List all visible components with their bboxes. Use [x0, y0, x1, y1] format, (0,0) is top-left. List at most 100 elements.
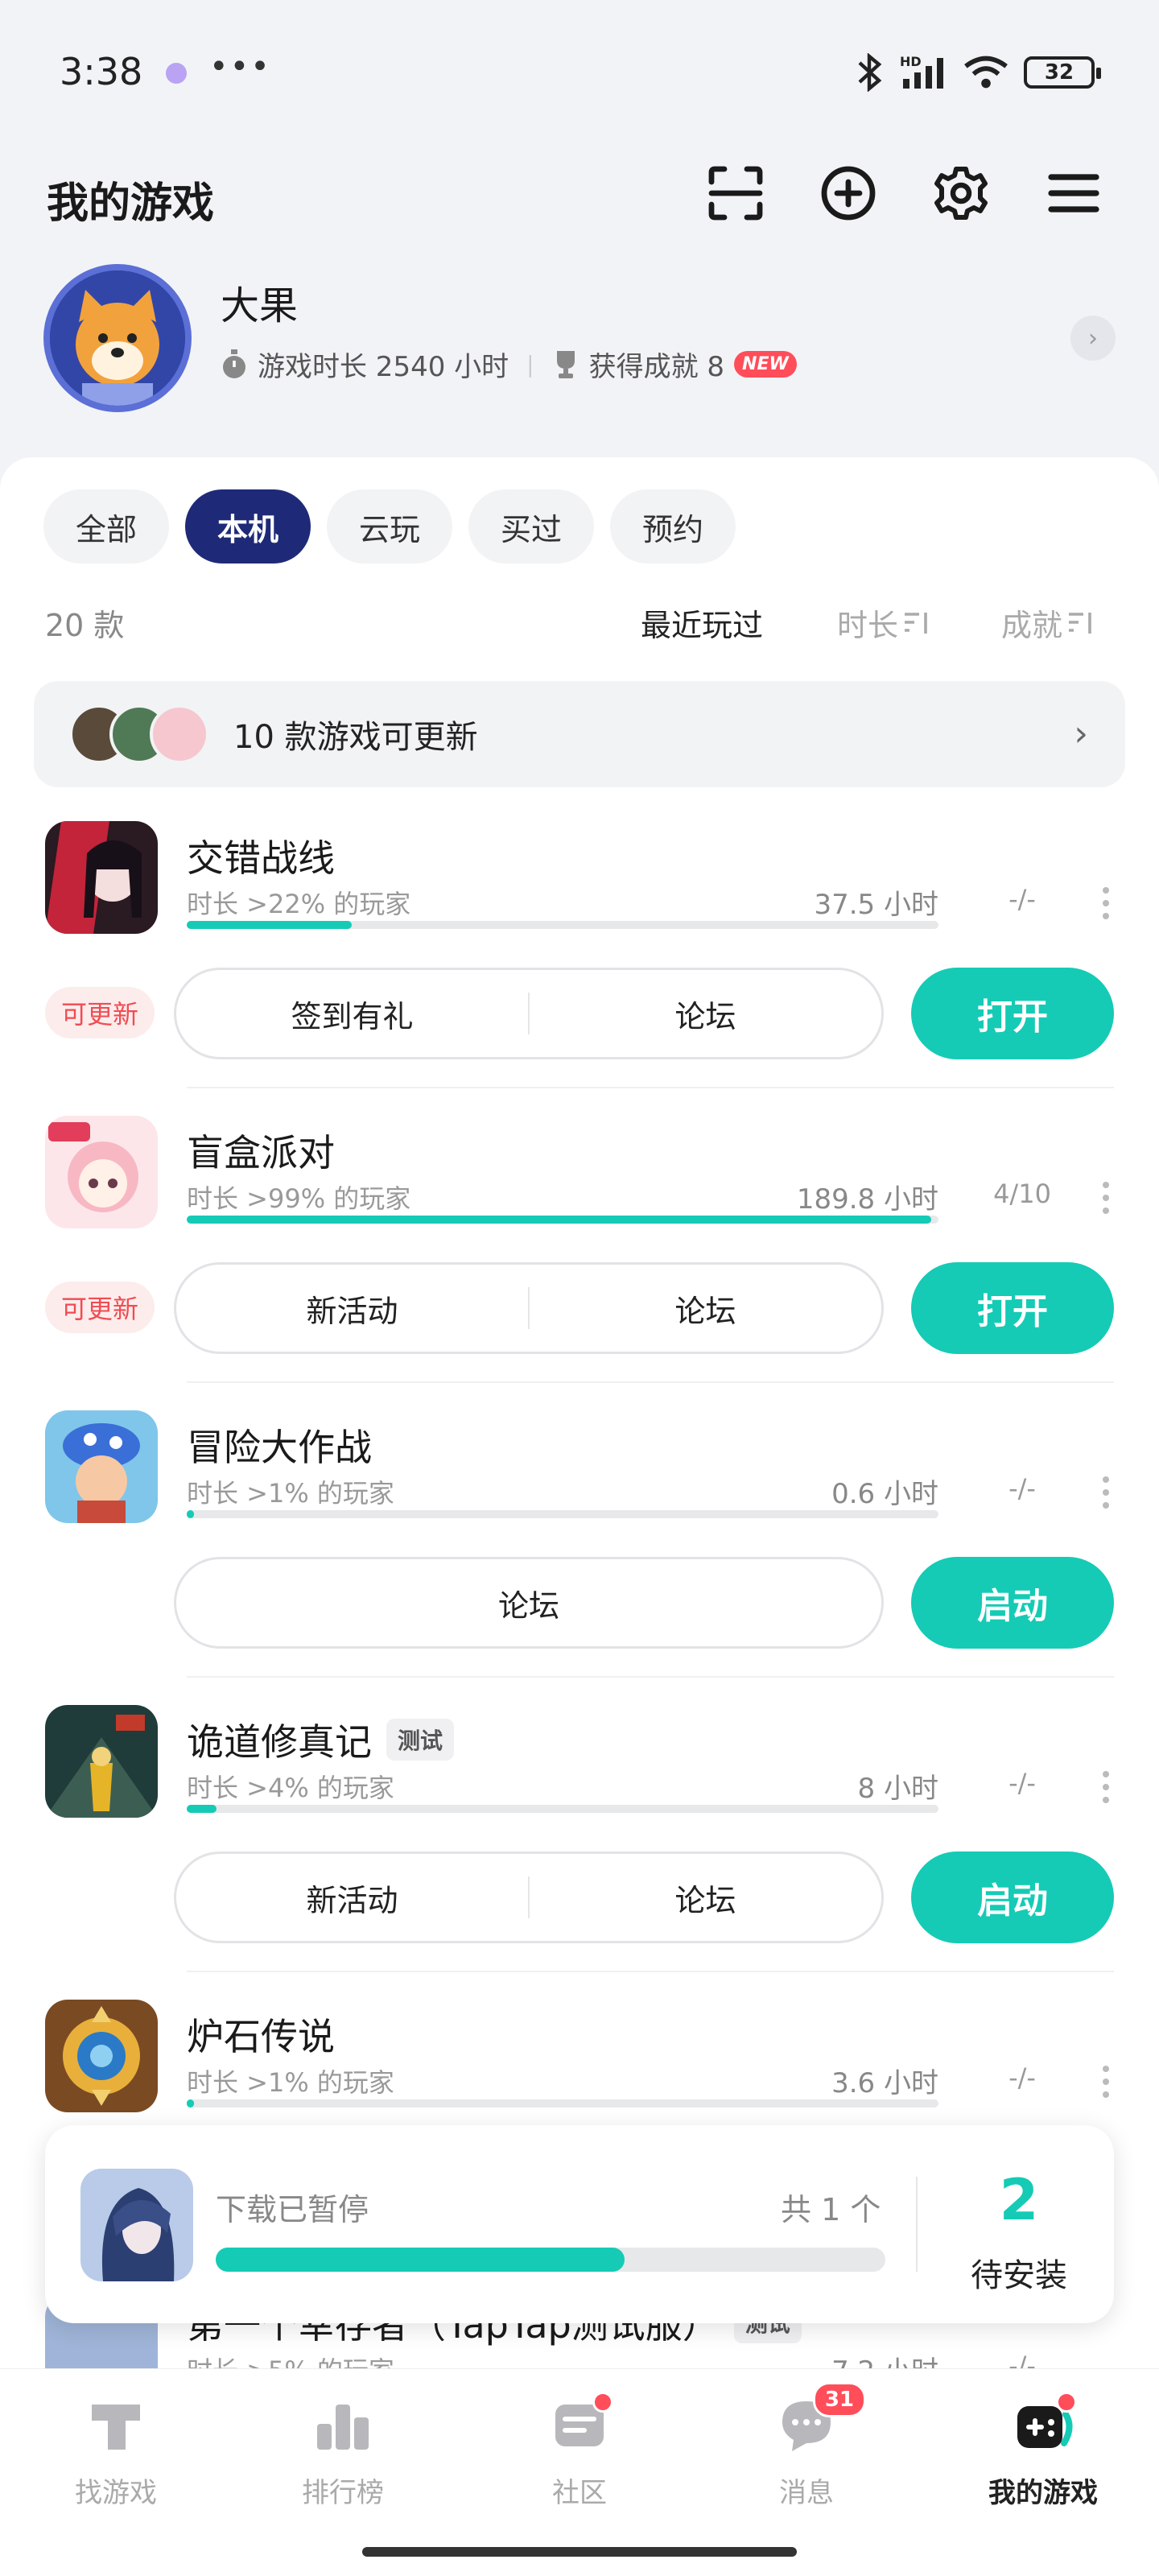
more-options-icon[interactable] [1101, 2066, 1111, 2098]
add-game-button[interactable] [816, 161, 881, 225]
launch-game-button[interactable]: 启动 [911, 1557, 1114, 1649]
filter-chip-all[interactable]: 全部 [43, 489, 169, 564]
download-count: 共 1 个 [781, 2192, 881, 2227]
forum-button[interactable]: 论坛 [176, 1581, 881, 1625]
scan-button[interactable] [703, 161, 768, 225]
status-time: 3:38 [60, 50, 143, 93]
filter-chip-reserved[interactable]: 预约 [610, 489, 736, 564]
more-options-icon[interactable] [1101, 1476, 1111, 1509]
game-playtime-rank: 时长 >4% 的玩家 [187, 1773, 394, 1803]
divider [916, 2177, 918, 2272]
update-game-thumb [150, 704, 209, 764]
tap-logo-icon [92, 2405, 140, 2450]
playtime-progress [187, 2099, 938, 2107]
game-name[interactable]: 盲盒派对 [187, 1124, 335, 1177]
nav-messages[interactable]: 31 消息 [734, 2382, 879, 2510]
chevron-right-icon: › [1074, 713, 1088, 754]
signal-icon: HD [900, 54, 943, 89]
row-divider [187, 1381, 1114, 1383]
game-hours: 189.8 小时 [796, 1183, 938, 1216]
game-name-row[interactable]: 诡道修真记 测试 [187, 1713, 455, 1766]
page-title: 我的游戏 [47, 180, 215, 228]
nav-label: 社区 [552, 2477, 607, 2509]
playtime-progress-fill [187, 921, 353, 929]
nav-community[interactable]: 社区 [507, 2392, 652, 2510]
sort-duration[interactable]: 时长 [837, 601, 930, 645]
checkin-reward-button[interactable]: 签到有礼 [176, 992, 528, 1036]
filter-chip-cloud[interactable]: 云玩 [327, 489, 452, 564]
game-achievements: -/- [1008, 2062, 1036, 2093]
avatar[interactable] [43, 264, 192, 412]
game-icon[interactable] [45, 1116, 158, 1228]
more-options-icon[interactable] [1101, 1182, 1111, 1214]
unread-dot [592, 2392, 613, 2413]
stopwatch-icon [223, 349, 245, 378]
row-divider [187, 1087, 1114, 1088]
nav-rankings[interactable]: 排行榜 [270, 2395, 415, 2510]
open-game-button[interactable]: 打开 [911, 968, 1114, 1059]
download-progress-fill [216, 2248, 625, 2272]
game-hours: 8 小时 [857, 1773, 938, 1805]
playtime-progress [187, 1216, 938, 1224]
shiba-avatar-image [50, 270, 185, 406]
update-badge[interactable]: 可更新 [45, 1282, 155, 1333]
game-icon[interactable] [45, 2000, 158, 2112]
row-divider [187, 1676, 1114, 1678]
nav-find-games[interactable]: 找游戏 [43, 2395, 188, 2510]
plus-circle-icon [821, 166, 876, 221]
filter-chip-local[interactable]: 本机 [185, 489, 311, 564]
download-status-card[interactable]: 下载已暂停 共 1 个 2 待安装 [45, 2125, 1114, 2323]
download-status-text: 下载已暂停 [216, 2192, 369, 2227]
download-progress [216, 2248, 885, 2272]
user-stats[interactable]: 游戏时长 2540 小时 | 获得成就 8 NEW [221, 345, 797, 384]
more-options-icon[interactable] [1101, 887, 1111, 919]
sort-icon [905, 612, 927, 634]
stats-separator: | [526, 351, 534, 378]
new-event-button[interactable]: 新活动 [176, 1286, 528, 1331]
forum-button[interactable]: 论坛 [530, 1876, 881, 1920]
game-icon[interactable] [45, 1410, 158, 1523]
hd-label: HD [900, 54, 922, 69]
forum-button[interactable]: 论坛 [530, 1286, 881, 1331]
unread-dot [1056, 2392, 1077, 2413]
sort-recent[interactable]: 最近玩过 [641, 601, 763, 645]
game-name[interactable]: 炉石传说 [187, 2008, 335, 2061]
game-playtime-rank: 时长 >22% 的玩家 [187, 889, 411, 919]
pending-install-label[interactable]: 待安装 [938, 2249, 1099, 2296]
playtime-progress [187, 921, 938, 929]
profile-chevron-icon[interactable]: › [1070, 316, 1116, 361]
game-achievements: -/- [1008, 1768, 1036, 1798]
sort-achievement-label: 成就 [1001, 608, 1063, 643]
settings-button[interactable] [929, 161, 993, 225]
forum-button[interactable]: 论坛 [530, 992, 881, 1036]
test-tag: 测试 [386, 1719, 455, 1761]
wifi-icon [964, 56, 1008, 89]
game-icon[interactable] [45, 1705, 158, 1818]
update-badge[interactable]: 可更新 [45, 987, 155, 1038]
user-name[interactable]: 大果 [221, 274, 298, 330]
game-achievements: 4/10 [993, 1179, 1051, 1209]
launch-game-button[interactable]: 启动 [911, 1852, 1114, 1943]
more-options-icon[interactable] [1101, 1771, 1111, 1803]
message-count-badge: 31 [812, 2382, 866, 2417]
open-game-button[interactable]: 打开 [911, 1262, 1114, 1354]
pending-install-count[interactable]: 2 [938, 2167, 1099, 2233]
game-actions: 新活动 论坛 [174, 1262, 884, 1354]
scan-icon [708, 166, 763, 221]
nav-label: 消息 [779, 2477, 834, 2509]
filter-chip-purchased[interactable]: 买过 [468, 489, 594, 564]
game-icon[interactable] [45, 821, 158, 934]
game-hours: 3.6 小时 [831, 2067, 938, 2099]
game-name[interactable]: 交错战线 [187, 829, 335, 882]
community-icon [549, 2392, 613, 2456]
menu-button[interactable] [1041, 161, 1106, 225]
playtime-progress-fill [187, 2099, 195, 2107]
updates-available-bar[interactable]: 10 款游戏可更新 › [34, 681, 1125, 787]
playtime-progress-fill [187, 1216, 931, 1224]
game-name[interactable]: 冒险大作战 [187, 1418, 372, 1472]
sort-achievement[interactable]: 成就 [1001, 601, 1095, 645]
home-indicator[interactable] [362, 2547, 797, 2557]
nav-my-games[interactable]: 我的游戏 [971, 2392, 1116, 2510]
new-event-button[interactable]: 新活动 [176, 1876, 528, 1920]
trophy-icon [556, 350, 575, 378]
